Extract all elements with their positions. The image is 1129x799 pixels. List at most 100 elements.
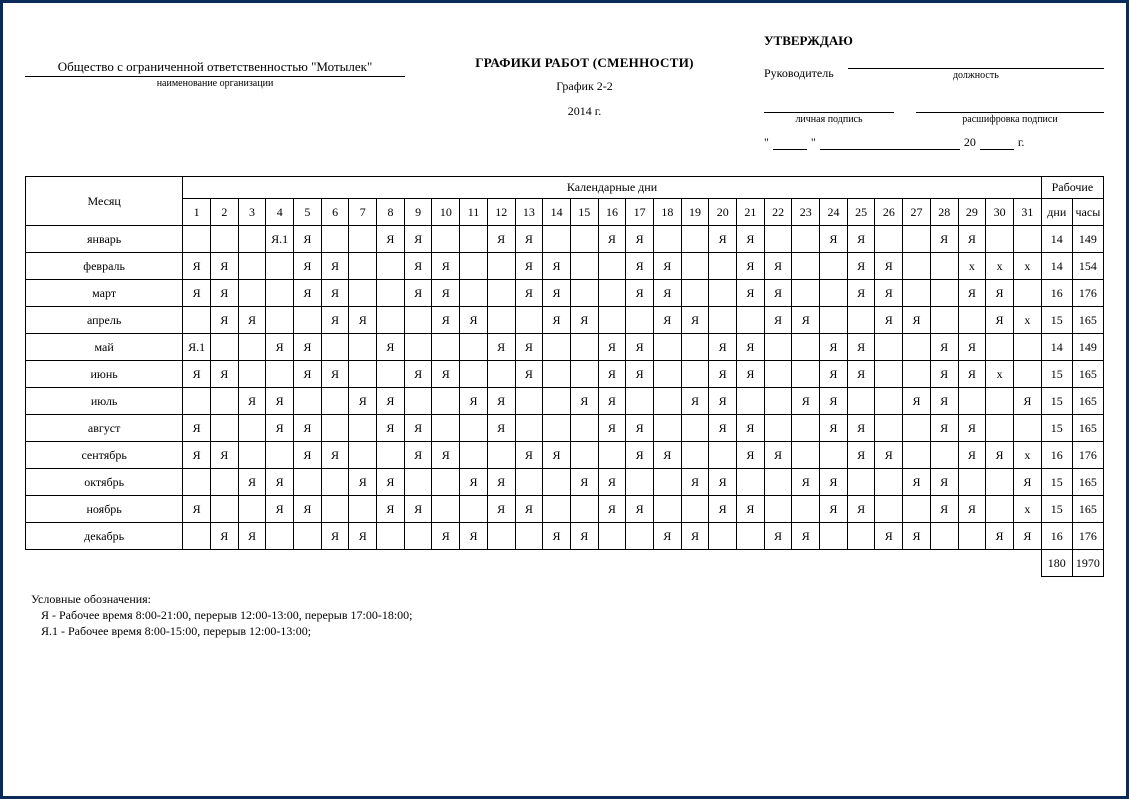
month-cell: апрель [26, 307, 183, 334]
day-cell [598, 280, 626, 307]
day-cell: Я [930, 496, 958, 523]
day-cell: Я [294, 442, 322, 469]
day-cell [792, 442, 820, 469]
day-cell: Я [737, 226, 765, 253]
day-number: 22 [764, 199, 792, 226]
day-cell [570, 253, 598, 280]
work-days-cell: 14 [1041, 334, 1072, 361]
day-cell [183, 226, 211, 253]
day-cell: Я [432, 280, 460, 307]
total-hours: 1970 [1072, 550, 1103, 577]
day-cell [321, 496, 349, 523]
date-day-line [773, 136, 807, 150]
day-cell [930, 307, 958, 334]
day-cell: Я [321, 523, 349, 550]
day-cell: Я [570, 388, 598, 415]
day-cell [210, 388, 238, 415]
day-cell: Я [930, 361, 958, 388]
day-cell: Я [294, 226, 322, 253]
day-cell [986, 334, 1014, 361]
work-hours-cell: 176 [1072, 280, 1103, 307]
day-cell: Я [737, 334, 765, 361]
day-cell [653, 226, 681, 253]
table-row: ноябрьЯЯЯЯЯЯЯЯЯЯЯЯЯЯЯх15165 [26, 496, 1104, 523]
day-cell [764, 334, 792, 361]
day-number: 14 [543, 199, 571, 226]
day-cell [958, 469, 986, 496]
day-cell: Я [210, 442, 238, 469]
day-cell: Я [238, 307, 266, 334]
day-cell: Я [820, 388, 848, 415]
month-cell: март [26, 280, 183, 307]
day-cell [515, 469, 543, 496]
day-cell [570, 280, 598, 307]
day-cell [958, 307, 986, 334]
day-cell: Я [709, 334, 737, 361]
day-cell [958, 523, 986, 550]
work-days-cell: 15 [1041, 415, 1072, 442]
day-cell [238, 496, 266, 523]
day-cell: Я [266, 496, 294, 523]
day-cell: Я [709, 469, 737, 496]
doc-year: 2014 г. [405, 104, 764, 119]
day-cell [653, 361, 681, 388]
day-cell: Я [709, 388, 737, 415]
legend-item: Я.1 - Рабочее время 8:00-15:00, перерыв … [41, 623, 1104, 639]
day-cell [737, 388, 765, 415]
day-cell [377, 442, 405, 469]
work-days-cell: 15 [1041, 307, 1072, 334]
day-cell: Я [460, 307, 488, 334]
day-cell [404, 334, 432, 361]
day-cell [792, 280, 820, 307]
day-cell: Я [681, 523, 709, 550]
day-number: 11 [460, 199, 488, 226]
day-cell: Я [432, 442, 460, 469]
day-cell: Я [958, 361, 986, 388]
table-row: октябрьЯЯЯЯЯЯЯЯЯЯЯЯЯЯЯ15165 [26, 469, 1104, 496]
day-number: 12 [487, 199, 515, 226]
day-cell: Я [709, 415, 737, 442]
day-cell [238, 226, 266, 253]
day-cell [903, 496, 931, 523]
day-cell [875, 388, 903, 415]
day-cell: Я [515, 334, 543, 361]
day-cell [681, 253, 709, 280]
day-cell [460, 334, 488, 361]
day-cell: х [958, 253, 986, 280]
day-cell: Я [460, 469, 488, 496]
day-cell: Я [377, 334, 405, 361]
table-row: декабрьЯЯЯЯЯЯЯЯЯЯЯЯЯЯЯЯ16176 [26, 523, 1104, 550]
table-row: июньЯЯЯЯЯЯЯЯЯЯЯЯЯЯЯх15165 [26, 361, 1104, 388]
day-cell: Я [626, 334, 654, 361]
day-cell [986, 496, 1014, 523]
day-cell [460, 415, 488, 442]
day-cell: Я [321, 253, 349, 280]
day-cell: Я [210, 253, 238, 280]
day-cell [709, 253, 737, 280]
day-cell [321, 388, 349, 415]
day-cell: Я [321, 280, 349, 307]
day-cell: Я [820, 334, 848, 361]
day-cell [792, 253, 820, 280]
doc-title: ГРАФИКИ РАБОТ (СМЕННОСТИ) [405, 55, 764, 71]
day-cell [377, 523, 405, 550]
table-body: январьЯ.1ЯЯЯЯЯЯЯЯЯЯЯЯЯ14149февральЯЯЯЯЯЯ… [26, 226, 1104, 577]
day-cell [460, 226, 488, 253]
day-cell: Я [737, 415, 765, 442]
day-cell [986, 388, 1014, 415]
day-cell [986, 469, 1014, 496]
day-cell [294, 307, 322, 334]
approve-date-row: " " 20 г. [764, 135, 1104, 150]
day-cell: Я [238, 469, 266, 496]
day-cell [543, 415, 571, 442]
day-cell [847, 388, 875, 415]
day-cell: Я [598, 226, 626, 253]
day-cell: Я [930, 334, 958, 361]
col-work-header: Рабочие [1041, 177, 1103, 199]
day-cell: Я [681, 388, 709, 415]
day-cell: Я [653, 280, 681, 307]
day-cell: х [1013, 442, 1041, 469]
day-cell: Я [737, 442, 765, 469]
month-cell: декабрь [26, 523, 183, 550]
legend-block: Условные обозначения: Я - Рабочее время … [31, 591, 1104, 640]
